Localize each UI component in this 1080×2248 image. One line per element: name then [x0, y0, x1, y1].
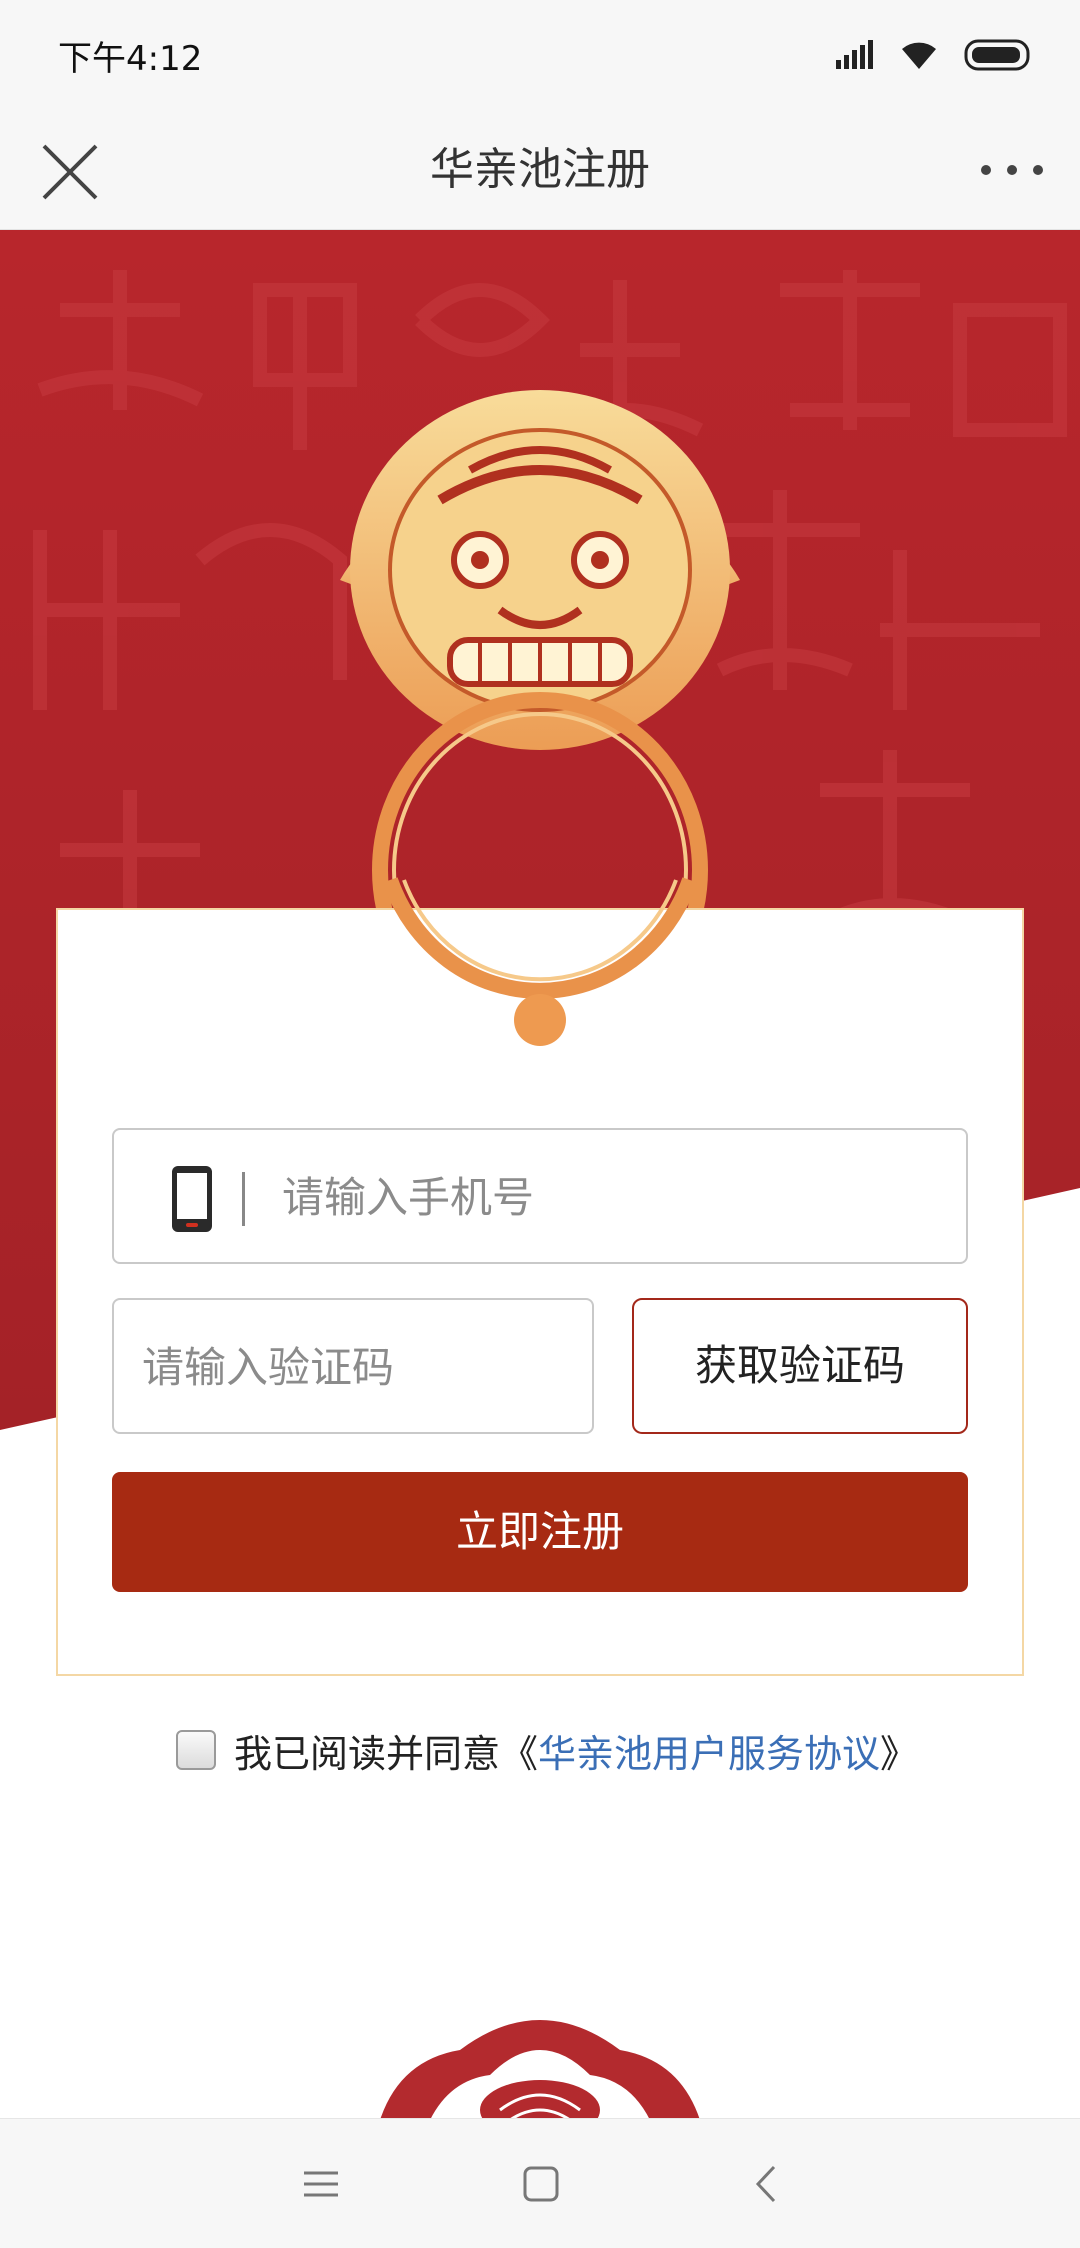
home-icon[interactable]: [516, 2159, 566, 2209]
knocker-ring: [382, 877, 698, 1046]
bottom-ornament: [380, 2020, 700, 2120]
get-code-button[interactable]: 获取验证码: [632, 1298, 968, 1434]
system-nav-bar: [0, 2118, 1080, 2248]
input-divider: [242, 1172, 245, 1226]
status-bar: 下午4:12: [0, 0, 1080, 110]
status-icons: [834, 38, 1034, 72]
register-button[interactable]: 立即注册: [112, 1472, 968, 1592]
agreement-link[interactable]: 华亲池用户服务协议: [538, 1723, 880, 1778]
status-time: 下午4:12: [58, 38, 203, 79]
agreement-suffix: 》: [880, 1731, 919, 1776]
back-icon[interactable]: [742, 2159, 792, 2209]
nav-bar: 华亲池注册: [0, 110, 1080, 230]
wifi-icon: [902, 42, 936, 69]
phone-input[interactable]: [280, 1130, 944, 1264]
code-input[interactable]: [140, 1300, 574, 1434]
more-icon[interactable]: [976, 148, 1048, 192]
agreement-row: 我已阅读并同意《 华亲池用户服务协议》: [176, 1724, 918, 1776]
agreement-prefix: 我已阅读并同意《: [234, 1731, 539, 1776]
menu-icon[interactable]: [296, 2159, 346, 2209]
battery-icon: [964, 39, 1030, 71]
page-title: 华亲池注册: [430, 144, 650, 195]
signal-icon: [836, 40, 873, 69]
phone-field[interactable]: [112, 1128, 968, 1264]
agreement-checkbox[interactable]: [176, 1730, 216, 1770]
phone-icon: [172, 1166, 212, 1232]
code-field[interactable]: [112, 1298, 594, 1434]
